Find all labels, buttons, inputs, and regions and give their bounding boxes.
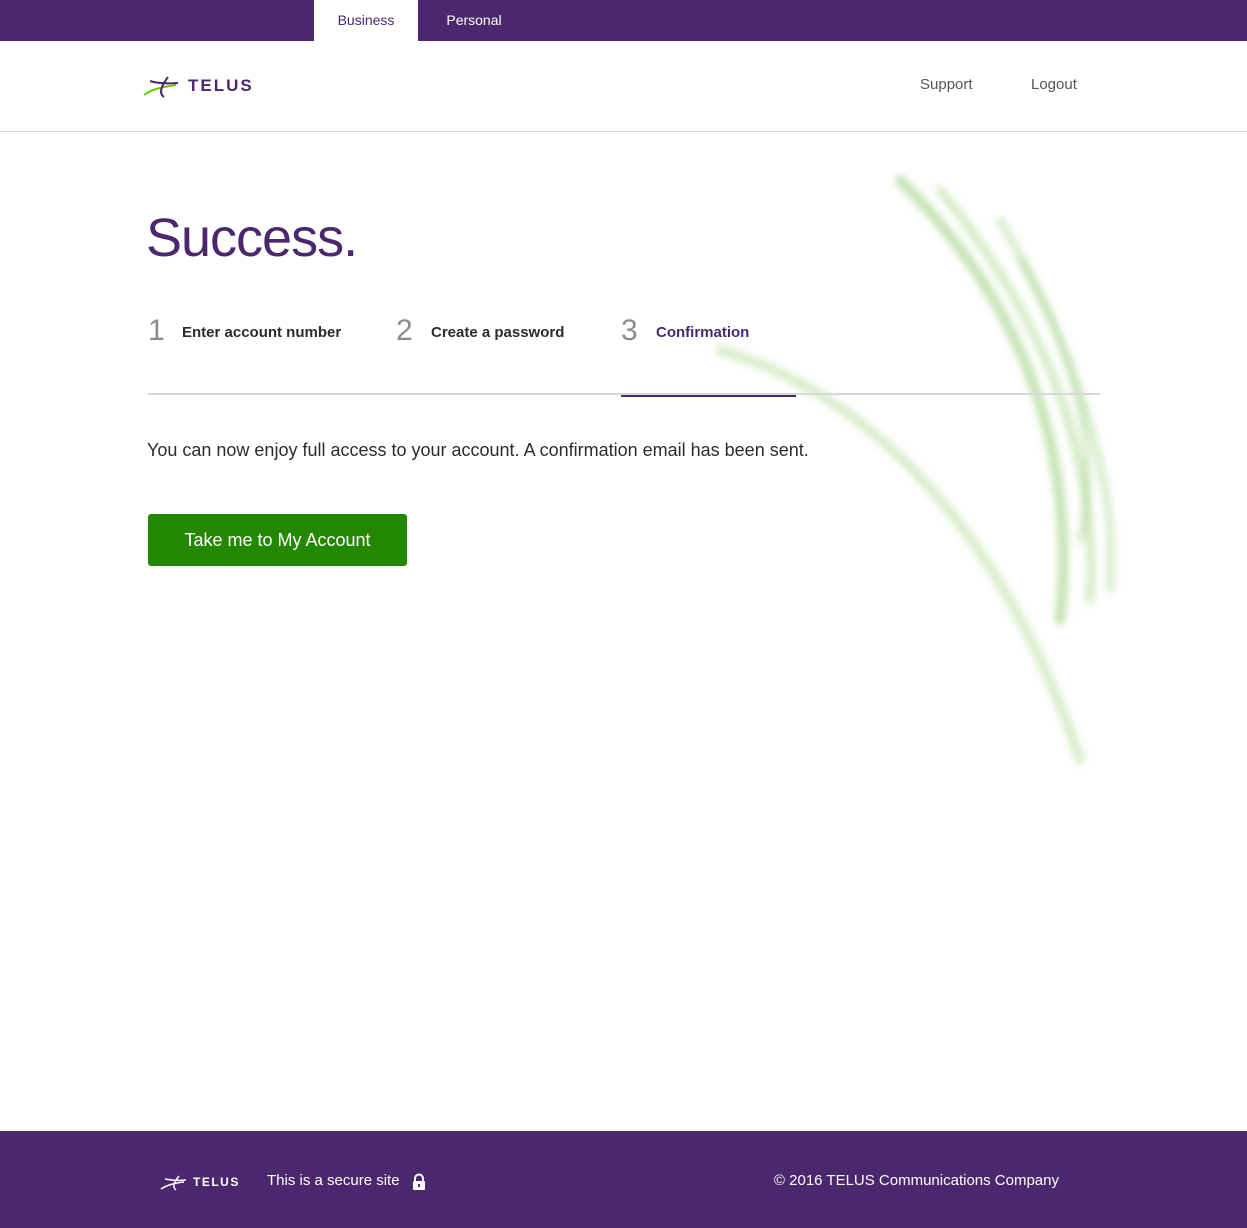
tab-personal[interactable]: Personal <box>418 0 530 41</box>
logo-text: TELUS <box>188 76 254 95</box>
support-link[interactable]: Support <box>920 76 973 93</box>
telus-footer-logo-icon: TELUS <box>160 1175 240 1191</box>
confirmation-message: You can now enjoy full access to your ac… <box>147 440 809 460</box>
active-step-indicator <box>621 395 796 397</box>
my-account-button[interactable]: Take me to My Account <box>148 514 407 566</box>
decorative-leaves-image <box>715 175 1115 765</box>
step-label: Enter account number <box>182 324 342 341</box>
secure-site-text: This is a secure site <box>267 1172 400 1189</box>
step-label: Create a password <box>431 324 565 341</box>
step-label: Confirmation <box>656 324 750 341</box>
tab-business[interactable]: Business <box>314 0 418 41</box>
step-3-active: 3 Confirmation <box>621 310 796 397</box>
footer-logo-text: TELUS <box>193 1175 240 1189</box>
step-number: 3 <box>621 314 638 347</box>
page-title: Success. <box>146 208 358 268</box>
step-1: 1 Enter account number <box>148 310 378 395</box>
lock-icon <box>413 1173 425 1190</box>
progress-steps: 1 Enter account number 2 Create a passwo… <box>148 310 1100 397</box>
copyright-text: © 2016 TELUS Communications Company <box>773 1172 1059 1189</box>
top-bar: Business Personal <box>0 0 1247 41</box>
site-footer: TELUS This is a secure site © 2016 TELUS… <box>0 1131 1247 1228</box>
step-number: 2 <box>396 314 413 347</box>
logout-link[interactable]: Logout <box>1031 76 1077 93</box>
telus-logo-icon[interactable]: TELUS <box>142 71 266 103</box>
site-header: TELUS Support Logout <box>0 41 1247 132</box>
step-2: 2 Create a password <box>396 310 626 395</box>
step-number: 1 <box>148 314 165 347</box>
